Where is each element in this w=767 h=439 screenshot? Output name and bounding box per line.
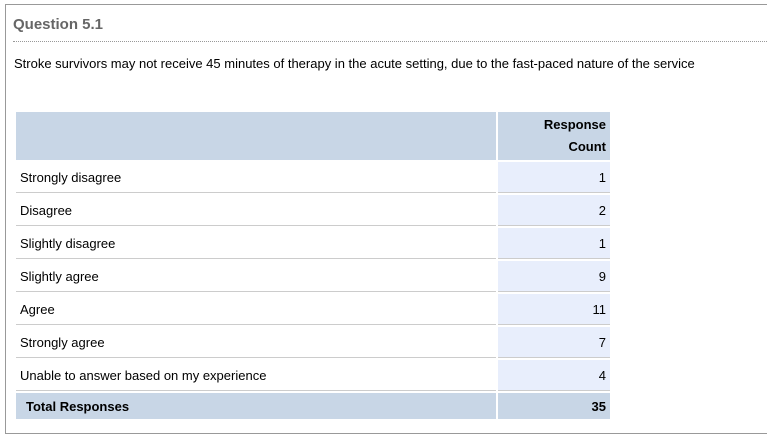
results-table: Response Count Strongly disagree 1 Disag…: [14, 110, 612, 421]
table-row: Disagree 2: [16, 195, 610, 226]
answer-label: Slightly disagree: [16, 228, 496, 259]
answer-label: Unable to answer based on my experience: [16, 360, 496, 391]
total-responses-count: 35: [498, 393, 610, 419]
response-count: 4: [498, 360, 610, 391]
answer-label: Strongly disagree: [16, 162, 496, 193]
table-row: Strongly agree 7: [16, 327, 610, 358]
total-row: Total Responses 35: [16, 393, 610, 419]
title-divider: [13, 41, 767, 42]
answer-column-header: [16, 112, 496, 160]
response-count: 2: [498, 195, 610, 226]
answer-label: Strongly agree: [16, 327, 496, 358]
response-count: 1: [498, 162, 610, 193]
response-count-header: Response Count: [498, 112, 610, 160]
answer-label: Disagree: [16, 195, 496, 226]
response-count: 1: [498, 228, 610, 259]
table-row: Slightly disagree 1: [16, 228, 610, 259]
table-row: Slightly agree 9: [16, 261, 610, 292]
response-count-header-line1: Response: [543, 117, 606, 132]
total-responses-label: Total Responses: [16, 393, 496, 419]
response-count: 11: [498, 294, 610, 325]
table-row: Strongly disagree 1: [16, 162, 610, 193]
table-row: Agree 11: [16, 294, 610, 325]
table-header-row: Response Count: [16, 112, 610, 160]
response-count: 9: [498, 261, 610, 292]
answer-label: Agree: [16, 294, 496, 325]
question-title: Question 5.1: [13, 16, 104, 33]
response-count: 7: [498, 327, 610, 358]
table-row: Unable to answer based on my experience …: [16, 360, 610, 391]
answer-label: Slightly agree: [16, 261, 496, 292]
response-count-header-line2: Count: [568, 139, 606, 154]
question-text: Stroke survivors may not receive 45 minu…: [14, 56, 695, 71]
